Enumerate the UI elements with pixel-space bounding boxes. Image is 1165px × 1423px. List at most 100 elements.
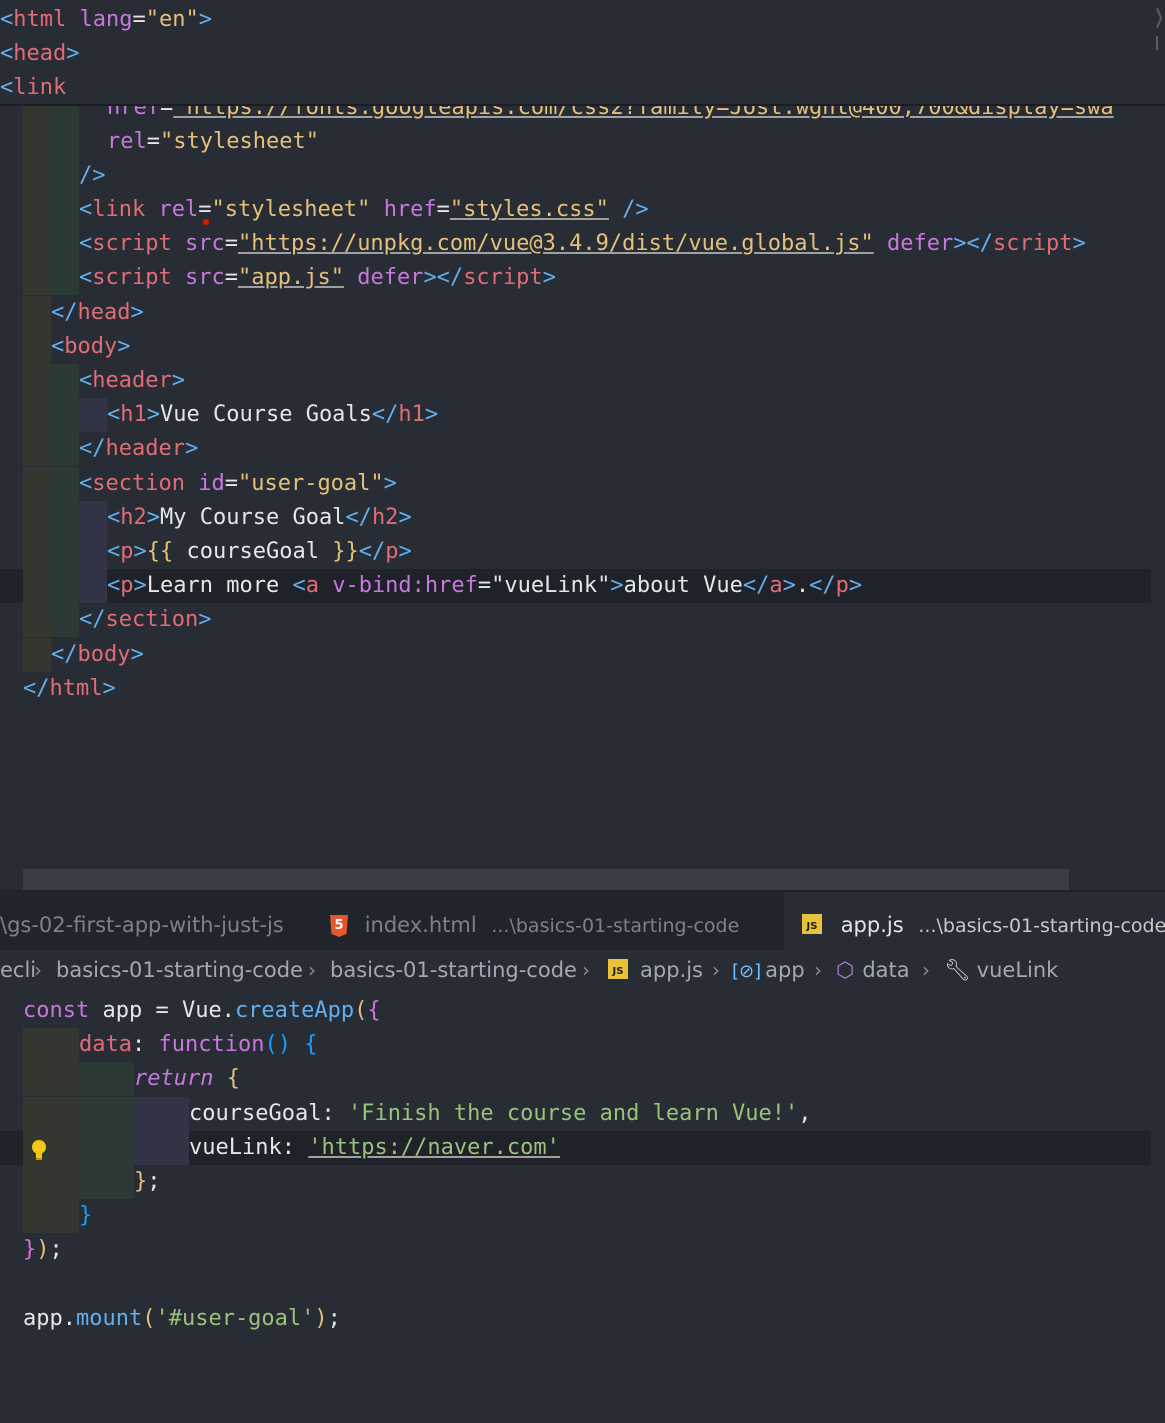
code-token: a	[769, 573, 783, 598]
code-line[interactable]: />	[0, 159, 1151, 193]
code-token: head	[13, 41, 67, 66]
code-line[interactable]: });	[0, 1233, 1151, 1267]
code-token: {	[367, 998, 381, 1023]
indent-guide	[51, 432, 79, 466]
code-line[interactable]: return {	[0, 1062, 1151, 1096]
code-line[interactable]: <script src="https://unpkg.com/vue@3.4.9…	[0, 227, 1151, 261]
tab-gs-02-first-app[interactable]: \gs-02-first-app-with-just-js	[0, 892, 300, 950]
tab-index-html[interactable]: 5 index.html ...\basics-01-starting-code	[330, 892, 770, 950]
code-token: Vue Course Goals	[160, 402, 372, 427]
code-line[interactable]: courseGoal: 'Finish the course and learn…	[0, 1097, 1151, 1131]
breadcrumb-symbol-app[interactable]: [⊘] app	[732, 950, 805, 992]
code-text: <link	[0, 75, 66, 100]
code-line[interactable]: app.mount('#user-goal');	[0, 1302, 1151, 1336]
indent-guide	[134, 1097, 189, 1131]
indent-guide	[79, 1131, 134, 1165]
breadcrumb-item[interactable]: basics-01-starting-code	[330, 950, 577, 990]
code-token: >	[782, 573, 796, 598]
code-line[interactable]: <p>{{ courseGoal }}</p>	[0, 535, 1151, 569]
code-token: vueLink:	[189, 1135, 309, 1160]
code-token: "user-goal"	[237, 471, 384, 496]
breadcrumb-symbol-data[interactable]: ⬡ data	[836, 950, 910, 990]
indent-guide	[79, 1097, 134, 1131]
code-token: </	[23, 676, 50, 701]
code-token: )	[314, 1306, 328, 1331]
code-line[interactable]	[0, 1267, 1151, 1301]
html-editor-pane[interactable]: href="https://fonts.googleapis.com/css2?…	[0, 0, 1165, 892]
code-line[interactable]: <p>Learn more <a v-bind:href="vueLink">a…	[0, 569, 1151, 603]
code-token: <	[79, 368, 93, 393]
breadcrumb-item[interactable]: basics-01-starting-code	[56, 950, 303, 990]
code-line[interactable]: <h2>My Course Goal</h2>	[0, 501, 1151, 535]
code-line[interactable]: };	[0, 1165, 1151, 1199]
sticky-scroll-line[interactable]: <head>	[0, 37, 1151, 71]
breadcrumb-symbol-vuelink[interactable]: 🔧︎ vueLink	[944, 950, 1058, 990]
overview-ruler[interactable]	[1151, 0, 1165, 60]
tab-app-js[interactable]: JS app.js ...\basics-01-starting-code	[784, 892, 1165, 950]
code-line[interactable]: </section>	[0, 603, 1151, 637]
sticky-scroll-divider	[0, 104, 1165, 106]
code-text: });	[23, 1233, 63, 1267]
code-token: src	[184, 265, 225, 290]
code-text: rel="stylesheet"	[107, 125, 319, 159]
code-token: p	[835, 573, 849, 598]
tab-path: ...\basics-01-starting-code	[918, 915, 1165, 937]
code-token: <	[51, 334, 65, 359]
code-token: defer	[357, 265, 424, 290]
code-line[interactable]: <h1>Vue Course Goals</h1>	[0, 398, 1151, 432]
code-token: script	[92, 231, 172, 256]
js-editor-pane[interactable]: \gs-02-first-app-with-just-js 5 index.ht…	[0, 892, 1165, 1423]
code-text: <script src="app.js" defer></script>	[79, 261, 556, 295]
code-text: <html lang="en">	[0, 7, 212, 32]
code-line[interactable]: <body>	[0, 330, 1151, 364]
code-text: <p>Learn more <a v-bind:href="vueLink">a…	[107, 569, 862, 603]
code-token: }	[23, 1237, 37, 1262]
error-squiggle	[203, 219, 209, 225]
code-token: <	[0, 7, 14, 32]
code-line[interactable]: </header>	[0, 432, 1151, 466]
code-token: href	[383, 197, 437, 222]
code-line[interactable]: <section id="user-goal">	[0, 467, 1151, 501]
code-token: >	[171, 368, 185, 393]
code-token: p	[120, 539, 134, 564]
sticky-scroll-line[interactable]: <html lang="en">	[0, 3, 1151, 37]
code-text: <script src="https://unpkg.com/vue@3.4.9…	[79, 227, 1086, 261]
code-line[interactable]: </body>	[0, 638, 1151, 672]
code-token: </	[809, 573, 836, 598]
code-token: <	[107, 539, 121, 564]
code-token: "en"	[145, 7, 199, 32]
code-line[interactable]: <header>	[0, 364, 1151, 398]
wrench-icon: 🔧︎	[944, 958, 971, 982]
breadcrumb-file[interactable]: JS app.js	[608, 950, 703, 990]
code-line[interactable]: </head>	[0, 296, 1151, 330]
code-token: section	[92, 471, 185, 496]
code-line[interactable]: }	[0, 1199, 1151, 1233]
code-line[interactable]: const app = Vue.createApp({	[0, 994, 1151, 1028]
code-line[interactable]: <script src="app.js" defer></script>	[0, 261, 1151, 295]
code-token: p	[120, 573, 134, 598]
code-token: (	[142, 1306, 156, 1331]
sticky-scroll-line[interactable]: <link	[0, 71, 1151, 105]
code-token: >	[398, 505, 412, 530]
code-token: h2	[120, 505, 147, 530]
code-line[interactable]: data: function() {	[0, 1028, 1151, 1062]
code-token: <	[79, 471, 93, 496]
code-text: vueLink: 'https://naver.com'	[189, 1131, 560, 1165]
code-token: 'Finish the course and learn Vue!'	[347, 1101, 799, 1126]
code-line[interactable]: </html>	[0, 672, 1151, 706]
code-line[interactable]: vueLink: 'https://naver.com'	[0, 1131, 1151, 1165]
indent-guide	[23, 432, 51, 466]
code-text: <section id="user-goal">	[79, 467, 397, 501]
code-line[interactable]: rel="stylesheet"	[0, 125, 1151, 159]
code-token: <	[292, 573, 306, 598]
code-text: </html>	[23, 672, 116, 706]
breadcrumb-item[interactable]: ecli	[0, 950, 36, 990]
lightbulb-icon[interactable]	[30, 1138, 48, 1160]
code-line[interactable]: <link rel="stylesheet" href="styles.css"…	[0, 193, 1151, 227]
code-token: const	[23, 998, 90, 1023]
indent-guide	[23, 603, 51, 637]
horizontal-scrollbar[interactable]	[23, 869, 1069, 891]
